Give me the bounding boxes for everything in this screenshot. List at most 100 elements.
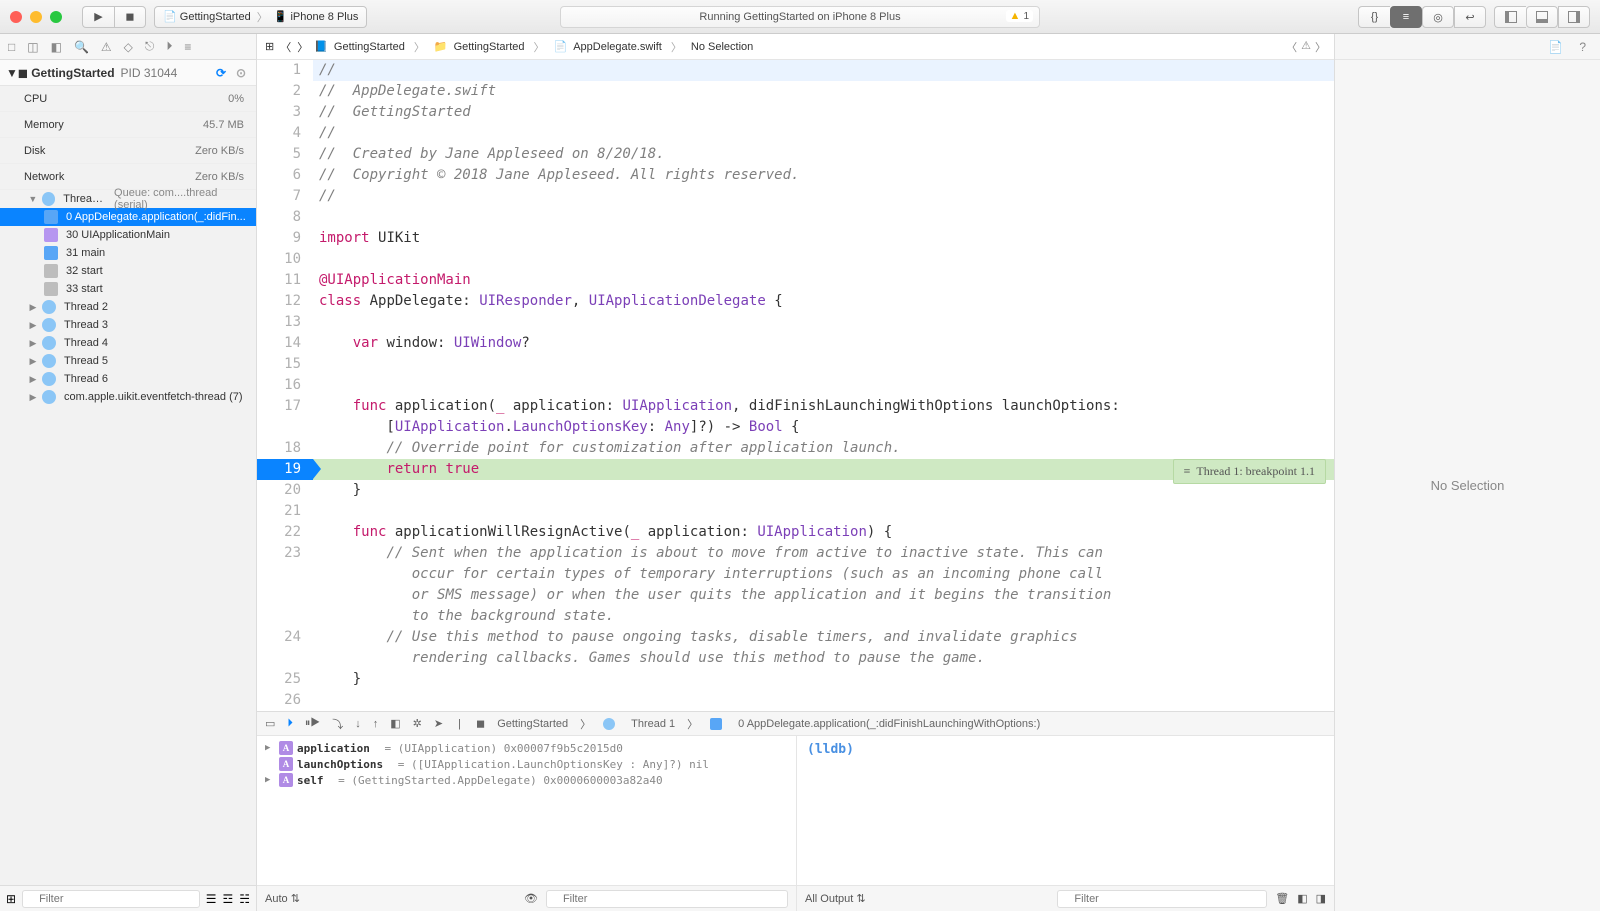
nav-issue-icon[interactable]: ⚠ — [101, 40, 112, 54]
crumb-file[interactable]: AppDelegate.swift — [573, 41, 662, 53]
metric-memory[interactable]: Memory 45.7 MB — [0, 112, 256, 138]
help-inspector-icon[interactable]: ? — [1579, 40, 1586, 54]
minimize-button[interactable] — [30, 11, 42, 23]
variables-view[interactable]: ▶ A application = (UIApplication) 0x0000… — [257, 736, 797, 885]
thread-5-row[interactable]: ▶ Thread 5 — [0, 352, 256, 370]
var-row[interactable]: A launchOptions = ([UIApplication.Launch… — [265, 756, 788, 772]
proj-icon: 📘 — [314, 40, 328, 53]
jump-bar[interactable]: ⊞ 〈 〉 📘 GettingStarted 〉 📁 GettingStarte… — [257, 34, 1334, 60]
frame-0-row[interactable]: 0 AppDelegate.application(_:didFin... — [0, 208, 256, 226]
toggle-bottom-panel-button[interactable] — [1526, 6, 1558, 28]
twisty-icon[interactable]: ▶ — [28, 374, 38, 385]
twisty-icon[interactable]: ▶ — [28, 338, 38, 349]
location-button[interactable]: ➤ — [434, 717, 443, 730]
process-row[interactable]: ▼ ◼ GettingStarted PID 31044 ⟳ ⊙ — [0, 60, 256, 86]
back-button[interactable]: 〈 — [280, 39, 291, 55]
forward-button[interactable]: 〉 — [297, 39, 308, 55]
thread-extra-row[interactable]: ▶ com.apple.uikit.eventfetch-thread (7) — [0, 388, 256, 406]
thread-4-row[interactable]: ▶ Thread 4 — [0, 334, 256, 352]
quicklook-icon[interactable]: 👁 — [524, 892, 538, 905]
close-button[interactable] — [10, 11, 22, 23]
related-icon[interactable]: ⊞ — [265, 40, 274, 53]
twisty-icon[interactable]: ▶ — [265, 743, 275, 753]
nav-report-icon[interactable]: ≡ — [184, 40, 191, 54]
twisty-icon[interactable]: ▶ — [28, 392, 38, 403]
next-issue-button[interactable]: 〉 — [1315, 39, 1326, 55]
editor-version-button[interactable]: ◎ — [1422, 6, 1454, 28]
metric-disk[interactable]: Disk Zero KB/s — [0, 138, 256, 164]
breakpoints-toggle-button[interactable]: ⏵ — [287, 717, 293, 730]
crumb-group[interactable]: GettingStarted — [454, 41, 525, 53]
panel-left-icon[interactable]: ◧ — [1297, 892, 1307, 905]
activity-status: Running GettingStarted on iPhone 8 Plus … — [560, 6, 1040, 28]
scheme-selector[interactable]: 📄 GettingStarted 〉 📱 iPhone 8 Plus — [154, 6, 367, 28]
var-row[interactable]: ▶ A application = (UIApplication) 0x0000… — [265, 740, 788, 756]
console-output[interactable]: (lldb) — [797, 736, 1334, 885]
process-twisty[interactable]: ▼ — [6, 66, 18, 80]
filter-icon[interactable]: ⊞ — [6, 892, 16, 906]
filter-opt-1-icon[interactable]: ☰ — [206, 892, 217, 906]
zoom-button[interactable] — [50, 11, 62, 23]
crumb-project[interactable]: GettingStarted — [334, 41, 405, 53]
toggle-right-panel-button[interactable] — [1558, 6, 1590, 28]
nav-find-icon[interactable]: 🔍 — [74, 40, 89, 54]
twisty-icon[interactable]: ▼ — [28, 194, 38, 204]
thread-3-row[interactable]: ▶ Thread 3 — [0, 316, 256, 334]
toggle-left-panel-button[interactable] — [1494, 6, 1526, 28]
step-out-button[interactable]: ↑ — [373, 718, 379, 730]
auto-selector[interactable]: Auto ⇅ — [265, 892, 300, 905]
debug-bc-target[interactable]: GettingStarted — [497, 718, 568, 730]
inspector-body: No Selection — [1335, 60, 1600, 911]
inspector-panel: 📄 ? No Selection — [1334, 34, 1600, 911]
nav-source-icon[interactable]: ◫ — [27, 40, 38, 54]
filter-opt-2-icon[interactable]: ☲ — [222, 892, 233, 906]
file-inspector-icon[interactable]: 📄 — [1548, 40, 1563, 54]
panel-right-icon[interactable]: ◨ — [1316, 892, 1326, 905]
step-over-button[interactable]: ⤵ — [332, 716, 343, 732]
editor-review-button[interactable]: ↩ — [1454, 6, 1486, 28]
editor-assistant-button[interactable]: ≡ — [1390, 6, 1422, 28]
breakpoint-annotation[interactable]: ≡ Thread 1: breakpoint 1.1 — [1173, 459, 1326, 484]
run-button[interactable]: ▶ — [82, 6, 114, 28]
hide-debug-button[interactable]: ▭ — [265, 717, 275, 730]
var-row[interactable]: ▶ A self = (GettingStarted.AppDelegate) … — [265, 772, 788, 788]
crumb-selection[interactable]: No Selection — [691, 41, 753, 53]
memory-graph-button[interactable]: ✲ — [413, 717, 422, 730]
output-selector[interactable]: All Output ⇅ — [805, 892, 866, 905]
editor-standard-button[interactable]: {} — [1358, 6, 1390, 28]
stop-button[interactable]: ◼ — [114, 6, 146, 28]
mem-label: Memory — [24, 119, 64, 131]
step-into-button[interactable]: ↓ — [355, 718, 361, 730]
nav-project-icon[interactable]: □ — [8, 40, 15, 54]
nav-breakpoint-icon[interactable]: ⏵ — [166, 39, 172, 54]
sidebar-filter-input[interactable] — [22, 890, 200, 908]
trash-icon[interactable]: 🗑 — [1275, 892, 1289, 905]
debug-bc-frame[interactable]: 0 AppDelegate.application(_:didFinishLau… — [738, 718, 1040, 730]
twisty-icon[interactable]: ▶ — [28, 302, 38, 313]
thread-2-row[interactable]: ▶ Thread 2 — [0, 298, 256, 316]
frame-3-row[interactable]: 32 start — [0, 262, 256, 280]
twisty-icon[interactable]: ▶ — [28, 356, 38, 367]
frame-2-row[interactable]: 31 main — [0, 244, 256, 262]
refresh-icon[interactable]: ⟳ — [216, 66, 230, 80]
metric-cpu[interactable]: CPU 0% — [0, 86, 256, 112]
twisty-icon[interactable]: ▶ — [28, 320, 38, 331]
prev-issue-button[interactable]: 〈 — [1286, 39, 1297, 55]
warning-badge[interactable]: ▲ 1 — [1006, 10, 1033, 22]
code-editor[interactable]: 1// 2// AppDelegate.swift 3// GettingSta… — [257, 60, 1334, 711]
twisty-icon[interactable]: ▶ — [265, 775, 275, 785]
console-filter-input[interactable] — [1057, 890, 1267, 908]
variables-filter-input[interactable] — [546, 890, 788, 908]
thread-6-row[interactable]: ▶ Thread 6 — [0, 370, 256, 388]
options-icon[interactable]: ⊙ — [236, 66, 250, 80]
nav-debug-icon[interactable]: ⎋ — [145, 39, 155, 54]
frame-4-row[interactable]: 33 start — [0, 280, 256, 298]
debug-bc-thread[interactable]: Thread 1 — [631, 718, 675, 730]
nav-test-icon[interactable]: ◇ — [124, 40, 133, 54]
view-hierarchy-button[interactable]: ◧ — [390, 717, 400, 730]
frame-1-row[interactable]: 30 UIApplicationMain — [0, 226, 256, 244]
continue-button[interactable]: ⏸▶ — [305, 717, 320, 730]
nav-symbol-icon[interactable]: ◧ — [51, 40, 62, 54]
filter-opt-3-icon[interactable]: ☵ — [239, 892, 250, 906]
thread-1-row[interactable]: ▼ Thread 1 Queue: com....thread (serial) — [0, 190, 256, 208]
